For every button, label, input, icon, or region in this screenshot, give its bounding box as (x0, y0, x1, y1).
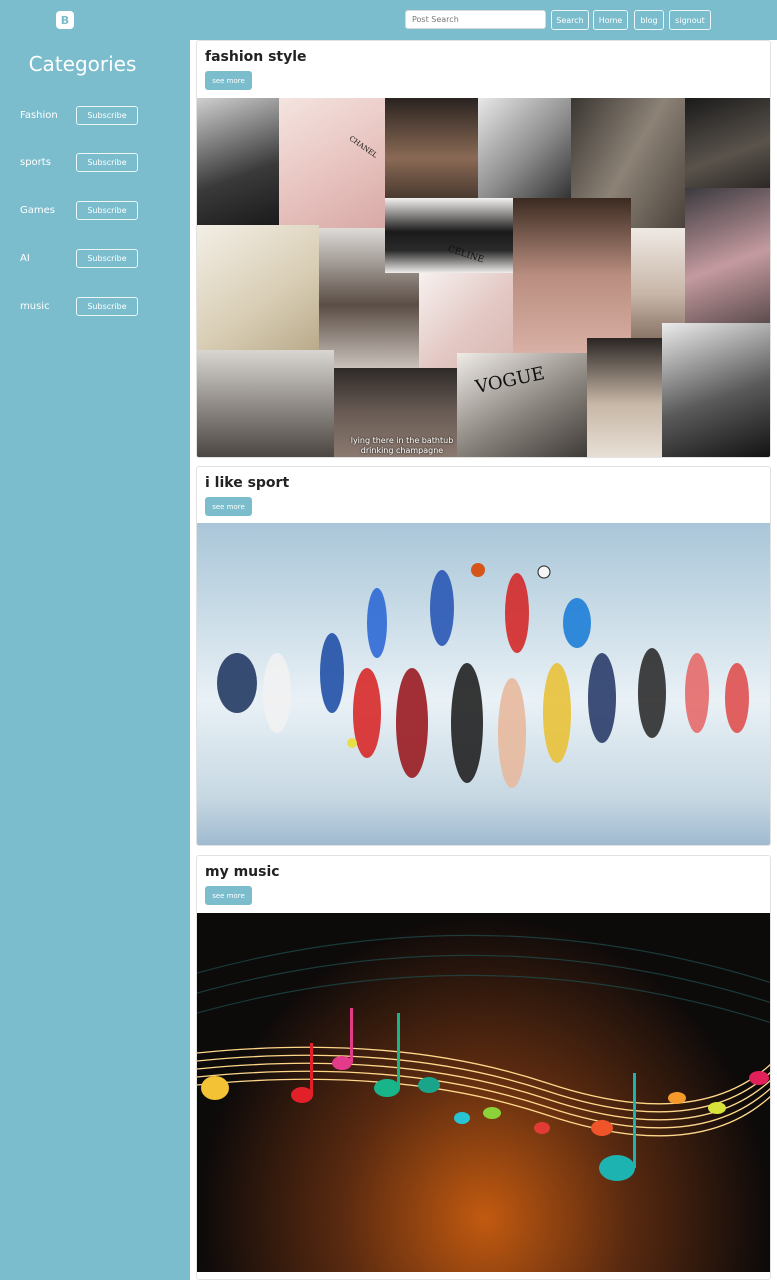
post-card-music: my music see more (196, 855, 771, 1280)
subscribe-games-button[interactable]: Subscribe (76, 201, 138, 220)
caption-line: drinking champagne (360, 446, 444, 455)
subscribe-ai-button[interactable]: Subscribe (76, 249, 138, 268)
post-search-input[interactable] (405, 10, 546, 29)
sport-athletes-image[interactable] (197, 523, 770, 845)
home-button[interactable]: Home (593, 10, 628, 30)
category-label: sports (20, 157, 51, 168)
category-row-games: Games Subscribe (0, 201, 190, 221)
sidebar-title: Categories (28, 52, 137, 76)
category-label: music (20, 301, 50, 312)
see-more-button[interactable]: see more (205, 886, 252, 905)
blog-button[interactable]: blog (634, 10, 664, 30)
subscribe-fashion-button[interactable]: Subscribe (76, 106, 138, 125)
post-card-sport: i like sport see more (196, 466, 771, 846)
top-navbar: B Search Home blog signout (0, 0, 777, 40)
category-label: Games (20, 205, 55, 216)
signout-button[interactable]: signout (669, 10, 711, 30)
subscribe-music-button[interactable]: Subscribe (76, 297, 138, 316)
post-card-fashion: fashion style see more CHANEL CELINE VOG… (196, 40, 771, 458)
subscribe-sports-button[interactable]: Subscribe (76, 153, 138, 172)
search-button[interactable]: Search (551, 10, 589, 30)
post-title: my music (205, 864, 280, 880)
music-staff-art (197, 934, 770, 1181)
caption-line: lying there in the bathtub (350, 436, 454, 445)
category-row-ai: AI Subscribe (0, 249, 190, 269)
category-row-music: music Subscribe (0, 297, 190, 317)
athletes-silhouettes (217, 563, 749, 788)
collage-caption: lying there in the bathtub drinking cham… (337, 436, 467, 456)
brand-logo[interactable]: B (56, 11, 74, 29)
category-label: Fashion (20, 110, 58, 121)
see-more-button[interactable]: see more (205, 71, 252, 90)
see-more-button[interactable]: see more (205, 497, 252, 516)
category-row-fashion: Fashion Subscribe (0, 106, 190, 126)
post-title: i like sport (205, 475, 290, 491)
music-notes-image[interactable] (197, 913, 770, 1272)
post-title: fashion style (205, 49, 307, 65)
fashion-collage-image[interactable]: CHANEL CELINE VOGUE lying there in the b… (197, 98, 770, 457)
category-label: AI (20, 253, 30, 264)
category-row-sports: sports Subscribe (0, 153, 190, 173)
post-feed: fashion style see more CHANEL CELINE VOG… (190, 40, 777, 1280)
categories-sidebar: Categories Fashion Subscribe sports Subs… (0, 40, 190, 1280)
